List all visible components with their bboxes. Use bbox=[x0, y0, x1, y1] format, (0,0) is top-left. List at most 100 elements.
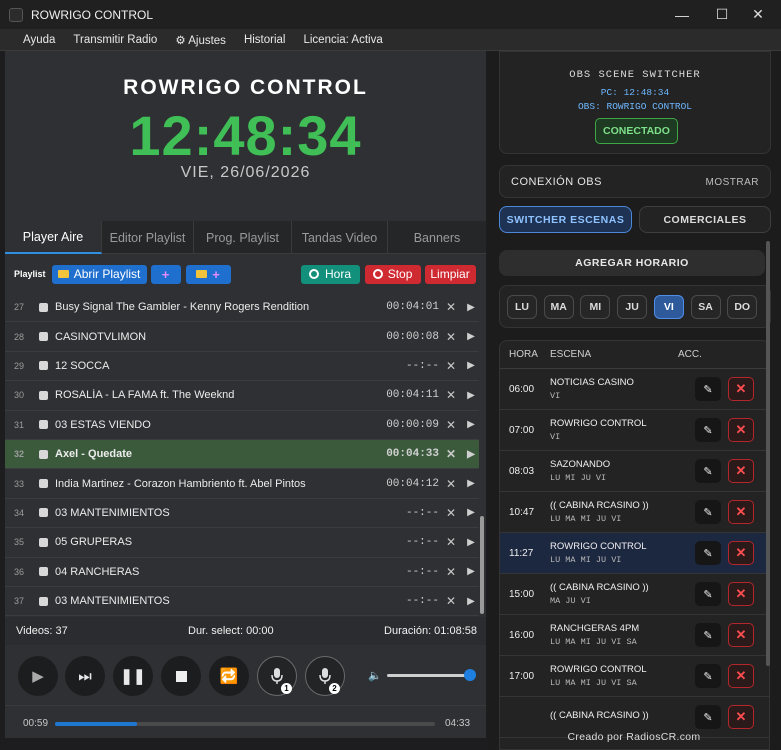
edit-schedule-button[interactable]: ✎ bbox=[695, 500, 721, 524]
edit-schedule-button[interactable]: ✎ bbox=[695, 705, 721, 729]
schedule-scene: ROWRIGO CONTROL bbox=[550, 541, 647, 552]
remove-icon[interactable]: ✕ bbox=[439, 418, 463, 432]
play-row-icon[interactable]: ▶ bbox=[463, 537, 479, 548]
schedule-days: LU MA MI JU VI bbox=[550, 514, 622, 524]
day-sa-button[interactable]: SA bbox=[690, 295, 721, 319]
stop-label: Stop bbox=[387, 267, 413, 281]
day-vi-button[interactable]: VI bbox=[653, 295, 684, 319]
add-folder-button[interactable]: + bbox=[185, 264, 231, 284]
delete-schedule-button[interactable]: ✕ bbox=[728, 500, 754, 524]
repeat-button[interactable]: 🔁 bbox=[209, 656, 249, 696]
edit-schedule-button[interactable]: ✎ bbox=[695, 664, 721, 688]
pause-button[interactable]: ❚❚ bbox=[113, 656, 153, 696]
tab-player-aire[interactable]: Player Aire bbox=[5, 221, 102, 254]
play-row-icon[interactable]: ▶ bbox=[463, 478, 479, 489]
volume-slider[interactable] bbox=[387, 674, 471, 677]
menu-ayuda[interactable]: Ayuda bbox=[14, 34, 64, 46]
delete-schedule-button[interactable]: ✕ bbox=[728, 459, 754, 483]
play-row-icon[interactable]: ▶ bbox=[463, 419, 479, 430]
hora-button[interactable]: Hora bbox=[300, 264, 360, 284]
playlist-row[interactable]: 29 12 SOCCA --:-- ✕ ▶ bbox=[5, 352, 479, 382]
playlist-row[interactable]: 28 CASINOTVLIMON 00:00:08 ✕ ▶ bbox=[5, 322, 479, 352]
tab-switcher-escenas[interactable]: SWITCHER ESCENAS bbox=[499, 206, 632, 233]
delete-schedule-button[interactable]: ✕ bbox=[728, 664, 754, 688]
edit-schedule-button[interactable]: ✎ bbox=[695, 418, 721, 442]
playlist-row[interactable]: 35 05 GRUPERAS --:-- ✕ ▶ bbox=[5, 528, 479, 558]
play-row-icon[interactable]: ▶ bbox=[463, 449, 479, 460]
progress-track[interactable] bbox=[55, 722, 435, 726]
remove-icon[interactable]: ✕ bbox=[439, 330, 463, 344]
play-row-icon[interactable]: ▶ bbox=[463, 302, 479, 313]
day-lu-button[interactable]: LU bbox=[507, 295, 537, 319]
remove-icon[interactable]: ✕ bbox=[439, 594, 463, 608]
play-button[interactable]: ▶ bbox=[18, 656, 58, 696]
remove-icon[interactable]: ✕ bbox=[439, 388, 463, 402]
menu-historial[interactable]: Historial bbox=[235, 34, 295, 46]
day-mi-button[interactable]: MI bbox=[580, 295, 611, 319]
play-row-icon[interactable]: ▶ bbox=[463, 331, 479, 342]
delete-schedule-button[interactable]: ✕ bbox=[728, 582, 754, 606]
stop-transport-button[interactable] bbox=[161, 656, 201, 696]
playlist-row[interactable]: 36 04 RANCHERAS --:-- ✕ ▶ bbox=[5, 558, 479, 587]
playlist-row[interactable]: 32 Axel - Quedate 00:04:33 ✕ ▶ bbox=[5, 439, 479, 470]
day-do-button[interactable]: DO bbox=[727, 295, 758, 319]
volume-knob[interactable] bbox=[464, 669, 476, 681]
menu-ajustes[interactable]: ⚙ Ajustes bbox=[166, 33, 235, 47]
remove-icon[interactable]: ✕ bbox=[439, 506, 463, 520]
add-schedule-button[interactable]: AGREGAR HORARIO bbox=[499, 250, 765, 276]
menu-licencia[interactable]: Licencia: Activa bbox=[294, 34, 391, 46]
day-ma-button[interactable]: MA bbox=[543, 295, 574, 319]
remove-icon[interactable]: ✕ bbox=[439, 565, 463, 579]
playlist-row[interactable]: 37 03 MANTENIMIENTOS --:-- ✕ ▶ bbox=[5, 587, 479, 617]
delete-schedule-button[interactable]: ✕ bbox=[728, 705, 754, 729]
schedule-scrollbar[interactable] bbox=[766, 241, 770, 666]
schedule-time: 11:27 bbox=[509, 547, 534, 559]
delete-schedule-button[interactable]: ✕ bbox=[728, 541, 754, 565]
add-item-button[interactable]: + bbox=[150, 264, 181, 284]
edit-schedule-button[interactable]: ✎ bbox=[695, 623, 721, 647]
next-button[interactable]: ⏭ bbox=[65, 656, 105, 696]
show-connection-button[interactable]: MOSTRAR bbox=[706, 177, 760, 188]
tab-tandas-video[interactable]: Tandas Video bbox=[292, 221, 388, 254]
playlist-row[interactable]: 33 India Martinez - Corazon Hambriento ft… bbox=[5, 469, 479, 499]
play-row-icon[interactable]: ▶ bbox=[463, 507, 479, 518]
playlist-scrollbar[interactable] bbox=[480, 516, 484, 614]
open-playlist-button[interactable]: Abrir Playlist bbox=[51, 264, 147, 284]
close-button[interactable]: ✕ bbox=[735, 0, 781, 29]
tab-comerciales[interactable]: COMERCIALES bbox=[639, 206, 771, 233]
media-cube-icon bbox=[39, 361, 48, 371]
play-row-icon[interactable]: ▶ bbox=[463, 566, 479, 577]
schedule-row: 10:47 (( CABINA RCASINO )) LU MA MI JU VI ✎… bbox=[500, 492, 769, 533]
limpiar-button[interactable]: Limpiar bbox=[424, 264, 476, 284]
edit-schedule-button[interactable]: ✎ bbox=[695, 541, 721, 565]
selected-duration: Dur. select: 00:00 bbox=[188, 625, 274, 637]
tab-editor-playlist[interactable]: Editor Playlist bbox=[102, 221, 194, 254]
schedule-scene-cell: SAZONANDO LU MI JU VI bbox=[550, 459, 685, 483]
delete-schedule-button[interactable]: ✕ bbox=[728, 623, 754, 647]
mic-2-button[interactable]: 2 bbox=[305, 656, 345, 696]
remove-icon[interactable]: ✕ bbox=[439, 535, 463, 549]
delete-schedule-button[interactable]: ✕ bbox=[728, 418, 754, 442]
edit-schedule-button[interactable]: ✎ bbox=[695, 459, 721, 483]
remove-icon[interactable]: ✕ bbox=[439, 359, 463, 373]
mic-1-button[interactable]: 1 bbox=[257, 656, 297, 696]
tab-banners[interactable]: Banners bbox=[388, 221, 486, 254]
play-row-icon[interactable]: ▶ bbox=[463, 360, 479, 371]
play-row-icon[interactable]: ▶ bbox=[463, 390, 479, 401]
tab-prog-playlist[interactable]: Prog. Playlist bbox=[194, 221, 292, 254]
day-ju-button[interactable]: JU bbox=[617, 295, 648, 319]
playlist-row[interactable]: 34 03 MANTENIMIENTOS --:-- ✕ ▶ bbox=[5, 499, 479, 529]
edit-schedule-button[interactable]: ✎ bbox=[695, 377, 721, 401]
remove-icon[interactable]: ✕ bbox=[439, 447, 463, 461]
playlist-row[interactable]: 31 03 ESTAS VIENDO 00:00:09 ✕ ▶ bbox=[5, 411, 479, 440]
playlist-row[interactable]: 27 Busy Signal The Gambler - Kenny Rogers… bbox=[5, 293, 479, 323]
play-row-icon[interactable]: ▶ bbox=[463, 596, 479, 607]
menu-transmitir-radio[interactable]: Transmitir Radio bbox=[64, 34, 166, 46]
edit-schedule-button[interactable]: ✎ bbox=[695, 582, 721, 606]
stop-button[interactable]: Stop bbox=[364, 264, 421, 284]
remove-icon[interactable]: ✕ bbox=[439, 477, 463, 491]
hora-label: Hora bbox=[325, 267, 352, 281]
remove-icon[interactable]: ✕ bbox=[439, 300, 463, 314]
delete-schedule-button[interactable]: ✕ bbox=[728, 377, 754, 401]
playlist-row[interactable]: 30 ROSALÍA - LA FAMA ft. The Weeknd 00:04:… bbox=[5, 381, 479, 411]
